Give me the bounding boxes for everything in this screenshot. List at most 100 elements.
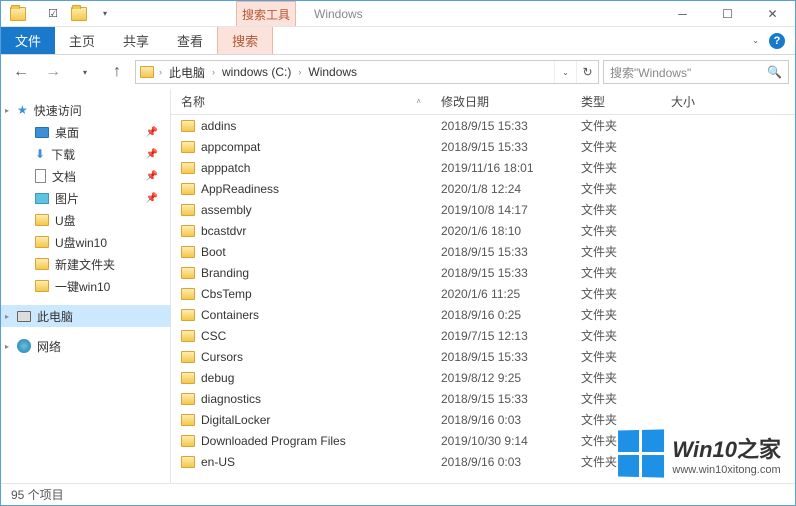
folder-icon <box>181 225 195 237</box>
sidebar-item-label: 桌面 <box>55 124 79 141</box>
cell-type: 文件夹 <box>571 138 661 155</box>
ribbon-collapse-icon[interactable]: ⌄ <box>752 36 759 45</box>
file-name: apppatch <box>201 161 250 175</box>
column-header-date[interactable]: 修改日期 <box>431 93 571 110</box>
qat-customize[interactable]: ▾ <box>94 3 116 25</box>
close-button[interactable]: ✕ <box>750 1 795 27</box>
help-icon[interactable]: ? <box>769 33 785 49</box>
file-name: diagnostics <box>201 392 261 406</box>
column-header-name[interactable]: 名称 ˄ <box>171 93 431 110</box>
search-icon: 🔍 <box>767 65 788 79</box>
file-name: DigitalLocker <box>201 413 270 427</box>
table-row[interactable]: assembly2019/10/8 14:17文件夹 <box>171 199 795 220</box>
nav-up-button[interactable]: ↑ <box>103 59 131 85</box>
cell-name: DigitalLocker <box>171 413 431 427</box>
table-row[interactable]: diagnostics2018/9/15 15:33文件夹 <box>171 388 795 409</box>
maximize-button[interactable]: ☐ <box>705 1 750 27</box>
table-row[interactable]: Downloaded Program Files2019/10/30 9:14文… <box>171 430 795 451</box>
pin-icon: 📌 <box>146 193 158 204</box>
sidebar-item[interactable]: U盘 <box>1 209 170 231</box>
nav-recent-button[interactable]: ▾ <box>71 59 99 85</box>
table-row[interactable]: Branding2018/9/15 15:33文件夹 <box>171 262 795 283</box>
sidebar-item[interactable]: 文档📌 <box>1 165 170 187</box>
tab-home[interactable]: 主页 <box>55 27 109 54</box>
expand-icon[interactable]: ▸ <box>5 342 9 351</box>
tab-search[interactable]: 搜索 <box>217 27 273 54</box>
table-row[interactable]: debug2019/8/12 9:25文件夹 <box>171 367 795 388</box>
chevron-right-icon[interactable]: › <box>209 67 218 77</box>
folder-icon <box>181 183 195 195</box>
column-header-type[interactable]: 类型 <box>571 93 661 110</box>
column-header-row: 名称 ˄ 修改日期 类型 大小 <box>171 89 795 115</box>
address-dropdown-button[interactable]: ⌄ <box>554 61 576 83</box>
sidebar-item-label: U盘win10 <box>55 234 107 251</box>
pin-icon: 📌 <box>146 171 158 182</box>
expand-icon[interactable]: ▸ <box>5 106 9 115</box>
breadcrumb-seg[interactable]: Windows <box>306 65 359 79</box>
table-row[interactable]: Boot2018/9/15 15:33文件夹 <box>171 241 795 262</box>
ribbon-right: ⌄ ? <box>752 27 795 54</box>
file-name: Branding <box>201 266 249 280</box>
document-icon <box>35 169 46 183</box>
file-name: Cursors <box>201 350 243 364</box>
folder-icon <box>181 393 195 405</box>
refresh-button[interactable]: ↻ <box>576 61 598 83</box>
table-row[interactable]: Containers2018/9/16 0:25文件夹 <box>171 304 795 325</box>
table-row[interactable]: Cursors2018/9/15 15:33文件夹 <box>171 346 795 367</box>
chevron-down-icon: ⌄ <box>562 68 569 77</box>
qat-properties[interactable]: ☑ <box>42 3 64 25</box>
cell-date: 2018/9/15 15:33 <box>431 119 571 133</box>
cell-type: 文件夹 <box>571 453 661 470</box>
breadcrumb-seg[interactable]: 此电脑 <box>167 64 207 81</box>
nav-this-pc[interactable]: ▸ 此电脑 <box>1 305 170 327</box>
tab-view[interactable]: 查看 <box>163 27 217 54</box>
table-row[interactable]: CbsTemp2020/1/6 11:25文件夹 <box>171 283 795 304</box>
file-name: addins <box>201 119 236 133</box>
sidebar-item[interactable]: 桌面📌 <box>1 121 170 143</box>
minimize-button[interactable]: ─ <box>660 1 705 27</box>
cell-type: 文件夹 <box>571 180 661 197</box>
tab-file[interactable]: 文件 <box>1 27 55 54</box>
table-row[interactable]: CSC2019/7/15 12:13文件夹 <box>171 325 795 346</box>
search-placeholder: 搜索"Windows" <box>610 64 691 81</box>
file-name: assembly <box>201 203 252 217</box>
cell-type: 文件夹 <box>571 369 661 386</box>
folder-icon <box>181 309 195 321</box>
sidebar-item-label: 下载 <box>51 146 75 163</box>
table-row[interactable]: addins2018/9/15 15:33文件夹 <box>171 115 795 136</box>
cell-type: 文件夹 <box>571 159 661 176</box>
sidebar-item[interactable]: ⬇下载📌 <box>1 143 170 165</box>
expand-icon[interactable]: ▸ <box>5 312 9 321</box>
table-row[interactable]: en-US2018/9/16 0:03文件夹 <box>171 451 795 472</box>
search-input[interactable]: 搜索"Windows" 🔍 <box>603 60 789 84</box>
column-header-size[interactable]: 大小 <box>661 93 751 110</box>
table-row[interactable]: DigitalLocker2018/9/16 0:03文件夹 <box>171 409 795 430</box>
file-name: Downloaded Program Files <box>201 434 346 448</box>
table-row[interactable]: bcastdvr2020/1/6 18:10文件夹 <box>171 220 795 241</box>
address-bar[interactable]: › 此电脑 › windows (C:) › Windows ⌄ ↻ <box>135 60 599 84</box>
app-icon[interactable] <box>7 3 29 25</box>
chevron-right-icon[interactable]: › <box>295 67 304 77</box>
breadcrumb-seg[interactable]: windows (C:) <box>220 65 293 79</box>
sidebar-item[interactable]: 新建文件夹 <box>1 253 170 275</box>
col-label: 大小 <box>671 93 695 110</box>
sidebar-item[interactable]: U盘win10 <box>1 231 170 253</box>
qat-new-folder[interactable] <box>68 3 90 25</box>
folder-icon <box>35 280 49 292</box>
pin-icon: 📌 <box>146 149 158 160</box>
table-row[interactable]: appcompat2018/9/15 15:33文件夹 <box>171 136 795 157</box>
sidebar-item[interactable]: 图片📌 <box>1 187 170 209</box>
nav-forward-button[interactable]: → <box>39 59 67 85</box>
chevron-right-icon[interactable]: › <box>156 67 165 77</box>
sidebar-item[interactable]: 一键win10 <box>1 275 170 297</box>
tab-share[interactable]: 共享 <box>109 27 163 54</box>
table-row[interactable]: apppatch2019/11/16 18:01文件夹 <box>171 157 795 178</box>
file-name: en-US <box>201 455 235 469</box>
table-row[interactable]: AppReadiness2020/1/8 12:24文件夹 <box>171 178 795 199</box>
file-name: bcastdvr <box>201 224 246 238</box>
nav-back-button[interactable]: ← <box>7 59 35 85</box>
folder-icon <box>10 7 26 21</box>
nav-quick-access[interactable]: ▸ ★ 快速访问 <box>1 99 170 121</box>
nav-network[interactable]: ▸ 网络 <box>1 335 170 357</box>
nav-label: 快速访问 <box>34 102 82 119</box>
